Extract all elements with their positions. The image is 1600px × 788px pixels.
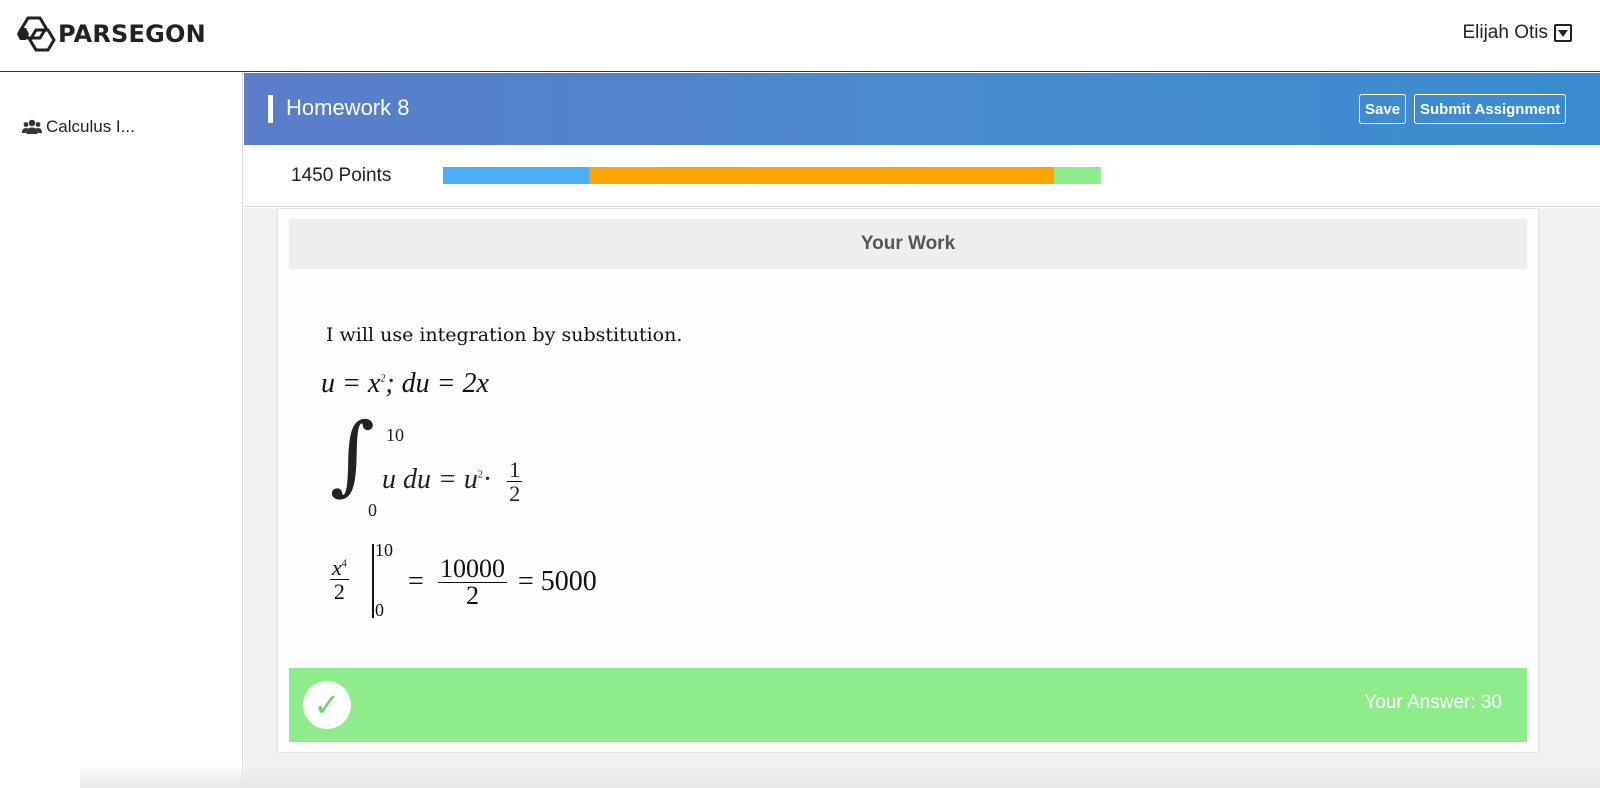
math-dot: · [482,464,493,496]
math-superscript: 4 [341,558,347,570]
math-fraction: 1 2 [507,457,523,507]
fraction-denominator: 2 [466,581,479,610]
fraction-numerator: x4 [330,555,349,581]
user-name: Elijah Otis [1462,22,1548,43]
sidebar: Calculus I... [0,73,243,788]
progress-segment-orange[interactable] [589,167,1055,184]
fraction-denominator: 2 [333,579,345,605]
top-bar: PARSEGON Elijah Otis [0,0,1600,72]
progress-bar [443,167,1101,184]
caret-down-icon[interactable] [1554,24,1572,42]
parsegon-logo-icon [17,16,56,52]
math-result: = 5000 [518,566,597,597]
check-icon: ✓ [303,681,351,729]
page-title: Homework 8 [286,95,410,120]
points-row: 1450 Points [244,145,1600,207]
sidebar-item-label: Calculus I... [46,117,135,136]
math-fraction: 10000 2 [438,556,507,609]
answer-bar: ✓ Your Answer: 30 [289,668,1527,742]
fraction-numerator: 1 [507,457,523,483]
save-button[interactable]: Save [1359,94,1407,124]
math-line-substitution: u = x2; du = 2x [321,368,489,400]
math-equals: = [408,566,424,597]
progress-segment-green[interactable] [1054,167,1101,184]
title-accent-bar [268,95,273,123]
math-text: ; du = 2x [385,368,489,399]
users-icon [22,119,42,134]
integral-sign: ∫ [330,405,375,505]
answer-text: Your Answer: 30 [1364,692,1502,713]
fraction-numerator: 10000 [438,554,507,583]
evaluation-lower-bound: 0 [375,600,384,620]
work-intro-text: I will use integration by substitution. [326,324,683,346]
fraction-denominator: 2 [509,481,521,507]
sidebar-item-course[interactable]: Calculus I... [22,117,135,137]
submit-assignment-button[interactable]: Submit Assignment [1414,94,1567,124]
logo[interactable]: PARSEGON [16,14,206,54]
integral-body: u du = u 2 · 1 2 [382,457,523,507]
math-text: u du = u [382,464,478,496]
assignment-header: Homework 8 Save Submit Assignment [244,73,1600,145]
integral-lower-bound: 0 [368,500,377,520]
math-text: x [332,555,342,580]
bottom-shadow [80,765,1600,788]
evaluation-bar [372,544,374,618]
math-text: u = x [321,368,381,399]
work-header: Your Work [289,219,1527,269]
evaluation-upper-bound: 10 [375,540,393,560]
logo-text: PARSEGON [58,20,206,48]
user-menu[interactable]: Elijah Otis [1462,22,1572,44]
progress-segment-blue[interactable] [443,167,590,184]
integral-upper-bound: 10 [386,425,404,445]
math-fraction: x4 2 [330,556,349,603]
points-label: 1450 Points [291,165,392,186]
